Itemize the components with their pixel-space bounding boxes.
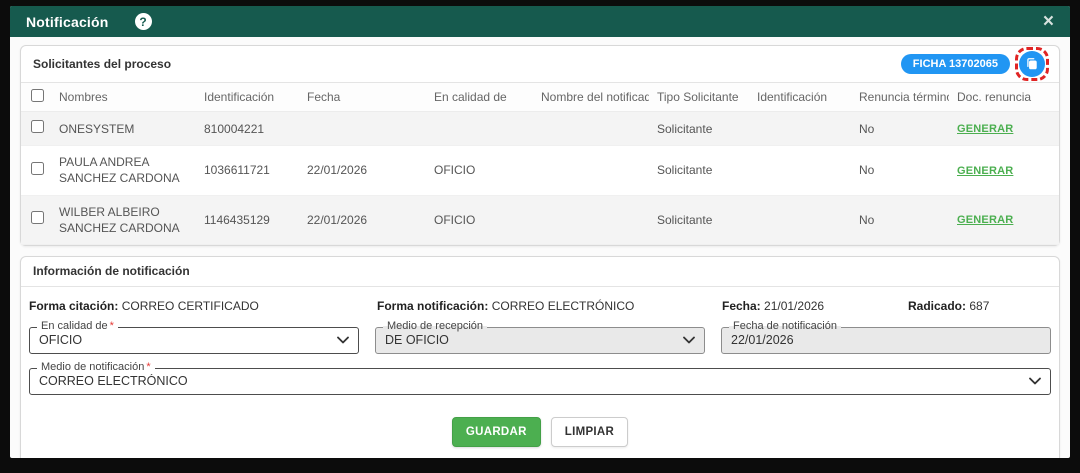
- medio-notificacion-label: Medio de notificación *: [37, 361, 155, 373]
- fecha-label: Fecha:: [722, 299, 761, 313]
- cell-renuncia-terminos: No: [851, 195, 949, 244]
- col-header-nombres: Nombres: [51, 83, 196, 112]
- notification-section-title: Información de notificación: [33, 264, 190, 278]
- forma-citacion: Forma citación: CORREO CERTIFICADO: [29, 299, 377, 313]
- cell-nombre-notificado: [533, 195, 649, 244]
- forma-notificacion-label: Forma notificación:: [377, 299, 488, 313]
- forma-citacion-value: CORREO CERTIFICADO: [122, 299, 259, 313]
- row-checkbox[interactable]: [31, 162, 44, 175]
- copy-button-highlight: [1015, 47, 1049, 81]
- cell-identificacion: 810004221: [196, 112, 299, 146]
- col-header-identificacion-2: Identificación: [749, 83, 851, 112]
- fields-row-2: Medio de notificación * CORREO ELECTRÓNI…: [29, 368, 1051, 395]
- notification-card-body: Forma citación: CORREO CERTIFICADO Forma…: [21, 287, 1059, 458]
- required-asterisk: *: [110, 320, 114, 332]
- table-row: WILBER ALBEIRO SANCHEZ CARDONA 114643512…: [21, 195, 1059, 244]
- forma-citacion-label: Forma citación:: [29, 299, 118, 313]
- cell-fecha: [299, 112, 426, 146]
- forma-notificacion-value: CORREO ELECTRÓNICO: [492, 299, 635, 313]
- cell-tipo-solicitante: Solicitante: [649, 112, 749, 146]
- col-header-tipo-solicitante: Tipo Solicitante: [649, 83, 749, 112]
- cell-identificacion-2: [749, 146, 851, 195]
- en-calidad-de-label: En calidad de *: [37, 320, 118, 332]
- modal-body: Solicitantes del proceso FICHA 13702065: [10, 37, 1070, 458]
- chevron-down-icon: [683, 336, 695, 344]
- cell-en-calidad-de: [426, 112, 533, 146]
- radicado-label: Radicado:: [908, 299, 966, 313]
- radicado-summary: Radicado: 687: [908, 299, 1051, 313]
- cell-identificacion-2: [749, 195, 851, 244]
- cell-nombre-notificado: [533, 112, 649, 146]
- cell-identificacion-2: [749, 112, 851, 146]
- chevron-down-icon: [337, 336, 349, 344]
- fecha-notificacion-label: Fecha de notificación: [729, 320, 841, 332]
- cell-renuncia-terminos: No: [851, 146, 949, 195]
- cell-nombre-notificado: [533, 146, 649, 195]
- ficha-badge[interactable]: FICHA 13702065: [901, 54, 1010, 74]
- medio-recepcion-value: DE OFICIO: [385, 333, 677, 347]
- select-all-checkbox[interactable]: [31, 89, 44, 102]
- form-buttons: GUARDAR LIMPIAR: [29, 413, 1051, 458]
- col-header-doc-renuncia: Doc. renuncia: [949, 83, 1059, 112]
- cell-en-calidad-de: OFICIO: [426, 146, 533, 195]
- required-asterisk: *: [146, 361, 150, 373]
- fecha-notificacion-value: 22/01/2026: [731, 333, 1041, 347]
- cell-identificacion: 1036611721: [196, 146, 299, 195]
- col-header-en-calidad-de: En calidad de: [426, 83, 533, 112]
- table-row: PAULA ANDREA SANCHEZ CARDONA 1036611721 …: [21, 146, 1059, 195]
- table-header-row: Nombres Identificación Fecha En calidad …: [21, 83, 1059, 112]
- cell-nombres: WILBER ALBEIRO SANCHEZ CARDONA: [51, 195, 196, 244]
- row-checkbox[interactable]: [31, 120, 44, 133]
- col-header-fecha: Fecha: [299, 83, 426, 112]
- applicants-card: Solicitantes del proceso FICHA 13702065: [20, 45, 1060, 246]
- medio-recepcion-select: Medio de recepción DE OFICIO: [375, 327, 705, 354]
- medio-notificacion-value: CORREO ELECTRÓNICO: [39, 374, 1023, 388]
- col-header-renuncia-terminos: Renuncia términos: [851, 83, 949, 112]
- medio-notificacion-select[interactable]: Medio de notificación * CORREO ELECTRÓNI…: [29, 368, 1051, 395]
- limpiar-button[interactable]: LIMPIAR: [551, 417, 628, 447]
- copy-document-icon[interactable]: [1019, 51, 1045, 77]
- cell-nombres: ONESYSTEM: [51, 112, 196, 146]
- radicado-value: 687: [969, 299, 989, 313]
- cell-fecha: 22/01/2026: [299, 195, 426, 244]
- generar-link[interactable]: GENERAR: [957, 165, 1013, 177]
- en-calidad-de-select[interactable]: En calidad de * OFICIO: [29, 327, 359, 354]
- row-checkbox[interactable]: [31, 211, 44, 224]
- applicants-table: Nombres Identificación Fecha En calidad …: [21, 83, 1059, 245]
- generar-link[interactable]: GENERAR: [957, 123, 1013, 135]
- en-calidad-de-value: OFICIO: [39, 333, 331, 347]
- col-header-nombre-notificado: Nombre del notificado: [533, 83, 649, 112]
- notification-info-card: Información de notificación Forma citaci…: [20, 256, 1060, 458]
- applicants-header-actions: FICHA 13702065: [901, 51, 1047, 77]
- fecha-notificacion-input: Fecha de notificación 22/01/2026: [721, 327, 1051, 354]
- close-icon[interactable]: ×: [1043, 12, 1054, 31]
- table-row: ONESYSTEM 810004221 Solicitante No GENER…: [21, 112, 1059, 146]
- modal-title: Notificación: [26, 14, 109, 30]
- notification-summary: Forma citación: CORREO CERTIFICADO Forma…: [29, 299, 1051, 313]
- cell-tipo-solicitante: Solicitante: [649, 146, 749, 195]
- fecha-summary: Fecha: 21/01/2026: [722, 299, 908, 313]
- applicants-section-title: Solicitantes del proceso: [33, 57, 171, 71]
- chevron-down-icon: [1029, 377, 1041, 385]
- cell-tipo-solicitante: Solicitante: [649, 195, 749, 244]
- cell-nombres: PAULA ANDREA SANCHEZ CARDONA: [51, 146, 196, 195]
- cell-en-calidad-de: OFICIO: [426, 195, 533, 244]
- generar-link[interactable]: GENERAR: [957, 214, 1013, 226]
- fields-row-1: En calidad de * OFICIO Medio de recepció…: [29, 327, 1051, 354]
- cell-identificacion: 1146435129: [196, 195, 299, 244]
- help-icon[interactable]: ?: [135, 13, 152, 30]
- cell-fecha: 22/01/2026: [299, 146, 426, 195]
- fecha-value: 21/01/2026: [764, 299, 824, 313]
- applicants-card-header: Solicitantes del proceso FICHA 13702065: [21, 46, 1059, 83]
- forma-notificacion: Forma notificación: CORREO ELECTRÓNICO: [377, 299, 722, 313]
- guardar-button[interactable]: GUARDAR: [452, 417, 541, 447]
- col-header-identificacion: Identificación: [196, 83, 299, 112]
- notification-card-header: Información de notificación: [21, 257, 1059, 287]
- cell-renuncia-terminos: No: [851, 112, 949, 146]
- medio-recepcion-label: Medio de recepción: [383, 320, 487, 332]
- notification-modal: Notificación ? × Solicitantes del proces…: [10, 6, 1070, 458]
- modal-titlebar: Notificación ? ×: [10, 6, 1070, 37]
